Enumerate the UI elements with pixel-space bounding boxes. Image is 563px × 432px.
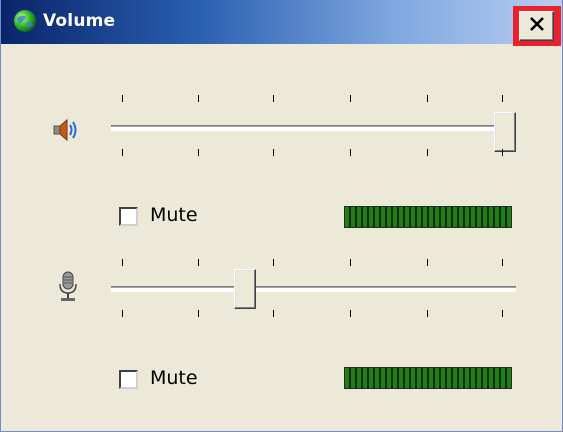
slider-tick [427,310,428,317]
slider-tick [427,149,428,156]
microphone-volume-thumb[interactable] [233,269,256,309]
volume-window: Volume Mute Mute [0,0,563,432]
slider-tick [198,149,199,156]
slider-tick [502,310,503,317]
slider-tick [502,95,503,102]
slider-tick [273,149,274,156]
slider-tick [273,310,274,317]
title-bar[interactable]: Volume [1,0,562,46]
microphone-icon [53,270,83,301]
window-title: Volume [43,11,116,31]
speaker-level-meter [344,206,512,228]
slider-tick [198,95,199,102]
slider-tick [122,310,123,317]
slider-tick [427,259,428,266]
slider-tick [350,149,351,156]
slider-tick [273,259,274,266]
microphone-level-meter [344,367,512,389]
slider-tick [198,259,199,266]
slider-tick [273,95,274,102]
speaker-volume-thumb[interactable] [494,112,516,152]
speaker-volume-track[interactable] [111,125,516,131]
microphone-mute-label[interactable]: Mute [150,367,198,389]
slider-tick [122,95,123,102]
speaker-mute-checkbox[interactable] [119,207,138,226]
speaker-level-meter-fill [345,207,511,227]
slider-tick [502,149,503,156]
slider-tick [198,310,199,317]
microphone-mute-checkbox[interactable] [119,370,138,389]
close-icon [529,16,545,36]
slider-tick [427,95,428,102]
slider-tick [122,259,123,266]
slider-tick [350,95,351,102]
slider-tick [350,259,351,266]
volume-controls: Mute Mute [1,44,562,431]
speaker-icon [51,115,81,145]
speaker-mute-label[interactable]: Mute [150,204,198,226]
globe-icon [13,9,37,33]
slider-tick [502,259,503,266]
close-button[interactable] [519,11,554,41]
microphone-level-meter-fill [345,368,511,388]
microphone-volume-track[interactable] [111,286,516,292]
slider-tick [122,149,123,156]
slider-tick [350,310,351,317]
